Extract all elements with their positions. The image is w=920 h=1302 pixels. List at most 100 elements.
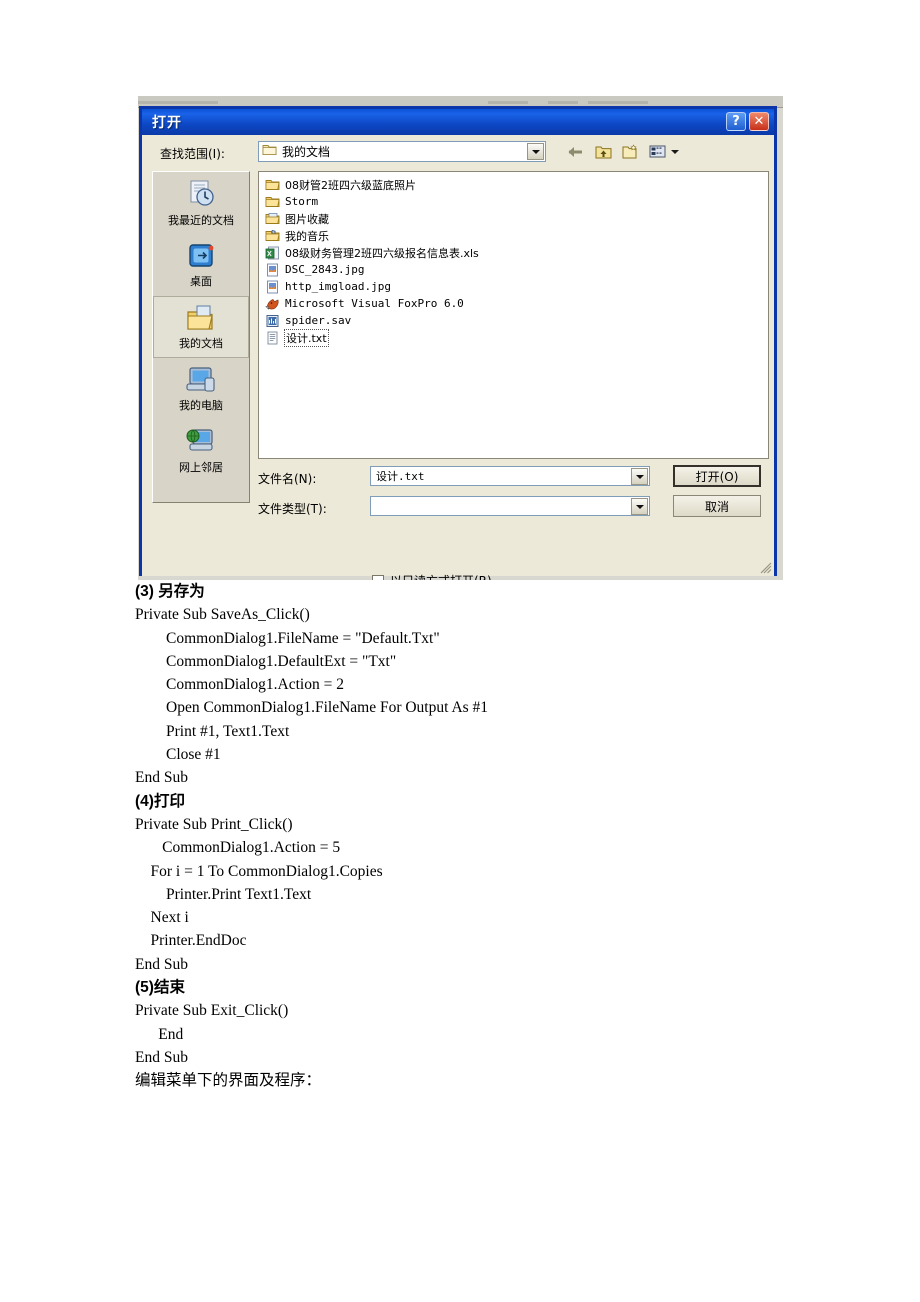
doc-line: For i = 1 To CommonDialog1.Copies bbox=[135, 862, 383, 880]
doc-line: 编辑菜单下的界面及程序： bbox=[135, 1072, 322, 1090]
file-name: Storm bbox=[285, 195, 319, 208]
excel-file-icon bbox=[265, 246, 279, 259]
doc-line: Print #1, Text1.Text bbox=[135, 722, 290, 740]
place-my-documents[interactable]: 我的文档 bbox=[153, 296, 249, 358]
list-item[interactable]: Microsoft Visual FoxPro 6.0 bbox=[261, 295, 766, 312]
file-list[interactable]: 08财管2班四六级蓝底照片 Storm 图片收藏 我的音乐 08级财务管理2班四… bbox=[258, 171, 769, 459]
file-type-label: 文件类型(T): bbox=[258, 502, 327, 516]
file-name: Microsoft Visual FoxPro 6.0 bbox=[285, 297, 464, 310]
doc-line: Open CommonDialog1.FileName For Output A… bbox=[135, 699, 489, 717]
cancel-button[interactable]: 取消 bbox=[673, 495, 761, 517]
doc-line: End Sub bbox=[135, 955, 188, 973]
list-item-selected[interactable]: 设计.txt bbox=[261, 328, 766, 347]
file-name: 我的音乐 bbox=[285, 229, 329, 243]
doc-line: Private Sub SaveAs_Click() bbox=[135, 606, 310, 624]
file-name-input[interactable]: 设计.txt bbox=[370, 466, 650, 486]
look-in-combobox[interactable]: 我的文档 bbox=[258, 141, 546, 162]
folder-icon bbox=[262, 143, 277, 161]
place-recent-documents[interactable]: 我最近的文档 bbox=[153, 172, 249, 234]
doc-line: CommonDialog1.DefaultExt = "Txt" bbox=[135, 652, 397, 670]
views-chevron-down-icon[interactable] bbox=[671, 149, 679, 154]
place-my-computer[interactable]: 我的电脑 bbox=[153, 358, 249, 420]
place-label: 网上邻居 bbox=[179, 461, 223, 474]
places-bar: 我最近的文档 桌面 我的文档 我的电脑 网上邻居 bbox=[152, 171, 250, 503]
my-computer-icon bbox=[186, 367, 215, 392]
back-icon[interactable] bbox=[566, 142, 586, 161]
spss-file-icon bbox=[266, 314, 279, 327]
list-item[interactable]: 08财管2班四六级蓝底照片 bbox=[261, 176, 766, 193]
titlebar-buttons: ? ✕ bbox=[726, 112, 769, 131]
place-network-places[interactable]: 网上邻居 bbox=[153, 420, 249, 482]
file-name: 08级财务管理2班四六级报名信息表.xls bbox=[285, 246, 479, 260]
list-item[interactable]: 我的音乐 bbox=[261, 227, 766, 244]
file-name-label: 文件名(N): bbox=[258, 472, 317, 486]
doc-line: Private Sub Print_Click() bbox=[135, 815, 293, 833]
my-music-folder-icon bbox=[265, 230, 280, 241]
place-label: 我最近的文档 bbox=[168, 214, 234, 227]
new-folder-icon[interactable] bbox=[620, 142, 640, 161]
dialog-toolbar bbox=[566, 141, 679, 162]
file-name: 图片收藏 bbox=[285, 212, 329, 226]
chevron-down-icon[interactable] bbox=[527, 143, 544, 160]
list-item[interactable]: http_imgload.jpg bbox=[261, 278, 766, 295]
desktop-icon bbox=[189, 244, 214, 267]
text-file-icon bbox=[267, 331, 278, 344]
dialog-title: 打开 bbox=[152, 115, 182, 131]
place-label: 我的电脑 bbox=[179, 399, 223, 412]
file-name: DSC_2843.jpg bbox=[285, 263, 365, 276]
recent-documents-icon bbox=[190, 180, 214, 206]
place-desktop[interactable]: 桌面 bbox=[153, 234, 249, 296]
place-label: 桌面 bbox=[190, 275, 212, 288]
open-dialog: 打开 ? ✕ 查找范围(I): 我的文档 我最近的文档 桌面 我的文档 我的电脑… bbox=[139, 106, 777, 580]
look-in-label: 查找范围(I): bbox=[160, 147, 225, 161]
file-name-value: 设计.txt bbox=[376, 470, 425, 483]
my-documents-icon bbox=[187, 305, 213, 330]
look-in-value: 我的文档 bbox=[282, 145, 331, 159]
file-name: spider.sav bbox=[285, 314, 352, 327]
network-places-icon bbox=[186, 429, 213, 451]
list-item[interactable]: 08级财务管理2班四六级报名信息表.xls bbox=[261, 244, 766, 261]
doc-line: End Sub bbox=[135, 769, 188, 787]
close-button[interactable]: ✕ bbox=[749, 112, 769, 131]
look-in-row: 查找范围(I): 我的文档 bbox=[142, 141, 774, 167]
file-name-chevron-down-icon[interactable] bbox=[631, 468, 648, 485]
doc-line: Printer.EndDoc bbox=[135, 932, 247, 950]
views-icon[interactable] bbox=[647, 142, 667, 161]
place-label: 我的文档 bbox=[179, 336, 223, 350]
open-dialog-screenshot: 打开 ? ✕ 查找范围(I): 我的文档 我最近的文档 桌面 我的文档 我的电脑… bbox=[138, 96, 783, 580]
image-file-icon bbox=[267, 280, 278, 293]
doc-line: Private Sub Exit_Click() bbox=[135, 1002, 289, 1020]
open-button[interactable]: 打开(O) bbox=[673, 465, 761, 487]
up-one-level-icon[interactable] bbox=[593, 142, 613, 161]
doc-line: End Sub bbox=[135, 1048, 188, 1066]
list-item[interactable]: Storm bbox=[261, 193, 766, 210]
doc-line: CommonDialog1.Action = 2 bbox=[135, 676, 344, 694]
document-text: (3) 另存为 Private Sub SaveAs_Click() Commo… bbox=[135, 580, 835, 1093]
doc-line: (5)结束 bbox=[135, 979, 185, 997]
list-item[interactable]: DSC_2843.jpg bbox=[261, 261, 766, 278]
doc-line: (3) 另存为 bbox=[135, 583, 205, 600]
readonly-checkbox-row[interactable]: 以只读方式打开(R) bbox=[372, 572, 492, 580]
dialog-body: 查找范围(I): 我的文档 我最近的文档 桌面 我的文档 我的电脑 网上邻居 0… bbox=[142, 135, 774, 580]
doc-line: CommonDialog1.Action = 5 bbox=[135, 839, 341, 857]
file-name: 设计.txt bbox=[284, 328, 329, 347]
folder-icon bbox=[265, 197, 280, 207]
file-name: http_imgload.jpg bbox=[285, 280, 391, 293]
doc-line: Close #1 bbox=[135, 746, 221, 764]
list-item[interactable]: 图片收藏 bbox=[261, 210, 766, 227]
list-item[interactable]: spider.sav bbox=[261, 312, 766, 329]
readonly-label: 以只读方式打开(R) bbox=[390, 572, 492, 580]
file-type-select[interactable] bbox=[370, 496, 650, 516]
doc-line: Next i bbox=[135, 909, 189, 927]
file-name: 08财管2班四六级蓝底照片 bbox=[285, 178, 416, 192]
my-pictures-folder-icon bbox=[265, 213, 280, 224]
image-file-icon bbox=[267, 263, 278, 276]
help-button[interactable]: ? bbox=[726, 112, 746, 131]
resize-grip-icon[interactable] bbox=[760, 562, 772, 574]
dialog-titlebar: 打开 ? ✕ bbox=[142, 109, 774, 135]
doc-line: End bbox=[135, 1025, 184, 1043]
doc-line: CommonDialog1.FileName = "Default.Txt" bbox=[135, 629, 440, 647]
file-type-chevron-down-icon[interactable] bbox=[631, 498, 648, 515]
doc-line: Printer.Print Text1.Text bbox=[135, 885, 312, 903]
folder-icon bbox=[265, 180, 280, 190]
